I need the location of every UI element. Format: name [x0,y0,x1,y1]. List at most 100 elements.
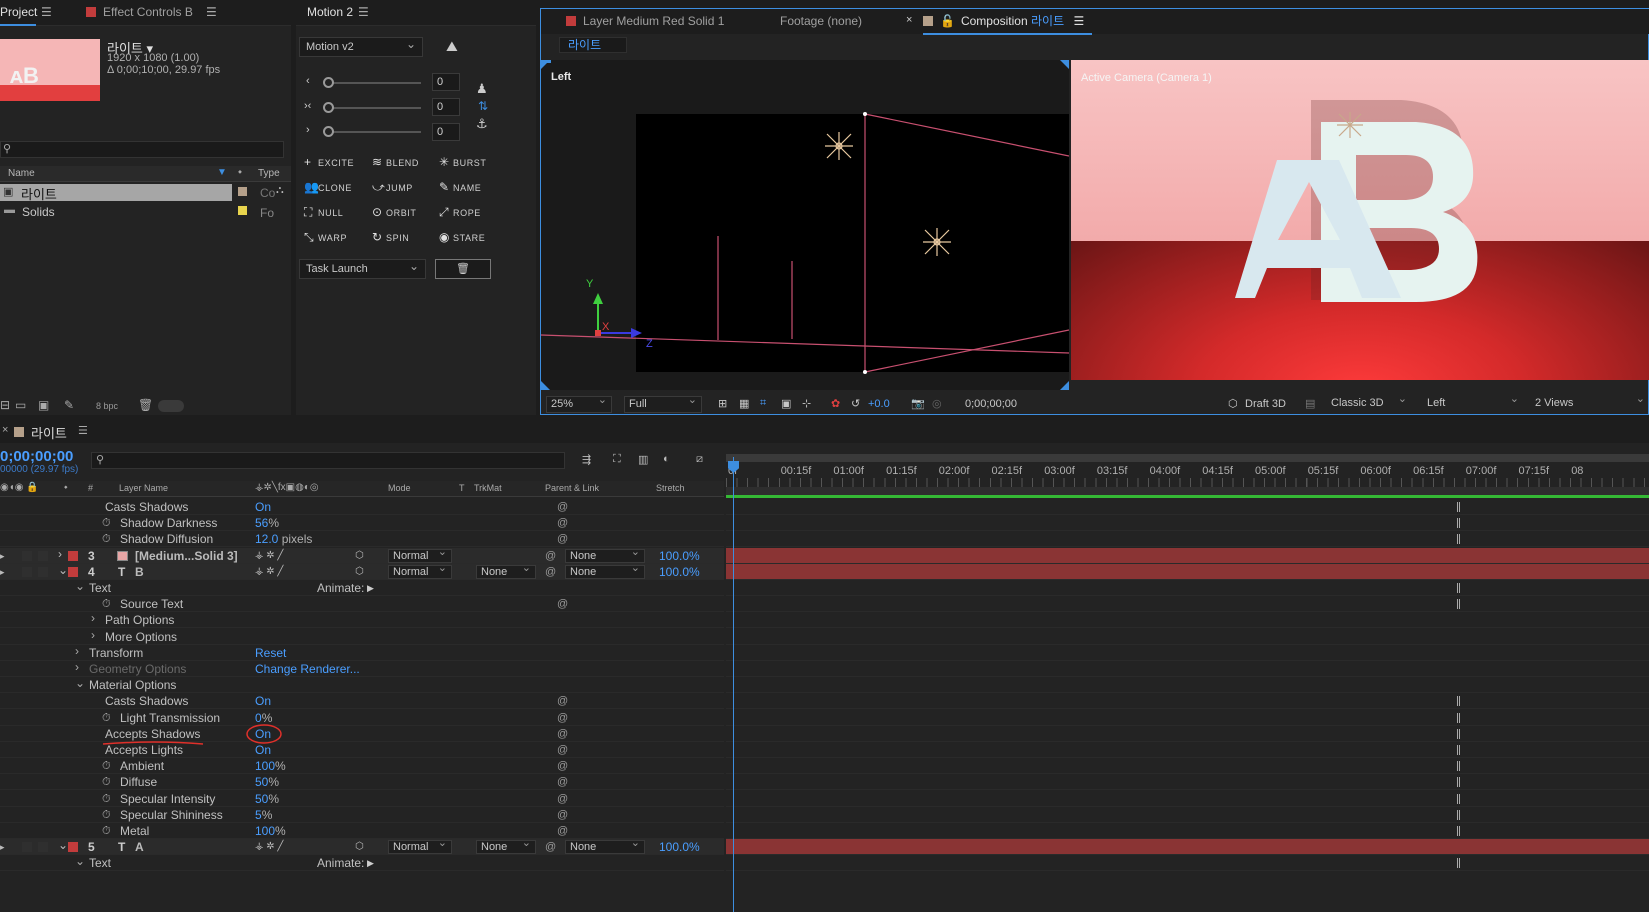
motion-delete-button[interactable]: 🗑 [435,259,491,279]
layer-row[interactable]: ▸ › 3 [Medium...Solid 3] ⚶ ✲ ╱ ⬡ Normal @ None 10… [0,546,724,564]
stopwatch-icon[interactable]: ⏱ [102,710,111,726]
jump-button[interactable]: ⤻JUMP [372,180,413,195]
expand-chevron-icon[interactable]: › [75,659,79,675]
property-group-label[interactable]: Transform [89,645,143,661]
property-group-link[interactable]: Change Renderer... [255,661,360,677]
expand-chevron-icon[interactable]: ⌄ [75,853,85,869]
close-tab-icon[interactable]: × [906,14,912,26]
expand-chevron-icon[interactable]: › [75,643,79,659]
property-track[interactable] [726,596,1649,613]
property-track[interactable] [726,791,1649,807]
col-layer-name[interactable]: Layer Name [119,483,168,493]
visibility-icon[interactable]: ▸ [0,839,5,855]
property-value[interactable]: On [255,726,271,742]
expand-chevron-icon[interactable]: › [58,546,62,562]
renderer-select[interactable]: Classic 3D [1327,392,1411,413]
orbit-button[interactable]: ⊙ ORBIT [372,205,417,219]
expression-pickwhip-icon[interactable]: @ [557,710,568,726]
exposure-value[interactable]: +0.0 [868,398,890,410]
ease-in-slider-knob[interactable] [323,77,334,88]
expand-chevron-icon[interactable]: › [91,610,95,626]
expression-pickwhip-icon[interactable]: @ [557,774,568,790]
expression-pickwhip-icon[interactable]: @ [557,758,568,774]
property-track[interactable] [726,645,1649,661]
property-track[interactable] [726,629,1649,645]
project-search-input[interactable]: ⚲ [0,141,284,158]
property-value[interactable]: 100% [255,823,286,839]
layer-row[interactable]: ▸ ⌄ 5 TA ⚶ ✲ ╱ ⬡ Normal None @ None 100.0% [0,837,724,856]
expand-chevron-icon[interactable]: › [91,627,95,643]
stopwatch-icon[interactable]: ⏱ [102,758,111,774]
resolution-select[interactable]: Full [624,393,702,413]
property-track[interactable] [726,742,1649,758]
tab-layer[interactable]: Layer Medium Red Solid 1 [566,9,724,35]
burst-button[interactable]: ✳ BURST [439,155,487,169]
col-name[interactable]: Name [8,168,35,179]
label-column-icon[interactable]: ⬩ [64,482,68,493]
solo-box[interactable] [22,842,32,853]
link-arrows-icon[interactable]: ⇅ [478,99,488,113]
property-group-label[interactable]: Geometry Options [89,661,186,677]
tab-motion[interactable]: Motion 2 [307,0,353,26]
channel-icon[interactable]: ✿ [831,397,840,410]
flowchart-icon[interactable]: ⛬ [276,184,284,197]
null-button[interactable]: ⛶ NULL [304,205,343,220]
expand-chevron-icon[interactable]: ⌄ [75,675,85,691]
ease-in-value[interactable]: 0 [432,73,460,91]
warp-button[interactable]: ⤡ WARP [304,230,347,245]
mask-path-icon[interactable]: ⌗ [760,397,766,410]
lock-box[interactable] [38,566,48,577]
property-value[interactable]: On [255,742,271,758]
col-stretch[interactable]: Stretch [656,483,685,493]
expression-pickwhip-icon[interactable]: @ [557,693,568,709]
layer-duration-bar[interactable] [726,547,1649,564]
property-track[interactable] [726,661,1649,677]
layer-switch-icons[interactable]: ⚶ ✲ ╱ [255,564,283,580]
property-track[interactable] [726,531,1649,548]
anchor-icon[interactable]: ⚓ [476,116,488,132]
col-t[interactable]: T [459,483,465,493]
property-track[interactable] [726,693,1649,710]
left-view[interactable]: Y X Z Left [541,60,1069,390]
property-track[interactable] [726,677,1649,694]
playhead[interactable] [733,457,734,912]
visibility-icon[interactable]: ▸ [0,548,5,564]
rocket-icon[interactable]: ♟ [476,81,488,97]
name-button[interactable]: ✎ NAME [439,180,481,194]
layer-row[interactable]: ▸ ⌄ 4 TB ⚶ ✲ ╱ ⬡ Normal None @ None 100.0% [0,562,724,580]
draft-3d-icon[interactable]: ⬡ [1228,397,1238,410]
draft-3d-toggle-icon[interactable]: ⛶ [613,453,621,466]
tab-project[interactable]: Project [0,0,37,26]
property-value[interactable]: 56% [255,515,279,531]
region-interest-icon[interactable]: ▣ [781,397,791,410]
effect-menu-icon[interactable]: ☰ [206,5,217,19]
property-track[interactable] [726,823,1649,839]
comp-breadcrumb[interactable]: 라이트 [559,37,627,53]
layer-name[interactable]: [Medium...Solid 3] [135,548,238,564]
stopwatch-icon[interactable]: ⏱ [102,596,111,612]
project-item-folder-swatch[interactable] [238,206,247,215]
ease-both-slider-knob[interactable] [323,102,334,113]
ease-out-slider-track[interactable] [326,131,421,133]
spin-button[interactable]: ↻ SPIN [372,230,409,244]
parent-select[interactable]: None [565,562,645,579]
project-item-folder[interactable]: ▬ Solids [0,203,232,220]
layer-name[interactable]: B [135,564,144,580]
stopwatch-icon[interactable]: ⏱ [102,823,111,839]
parent-pickwhip-icon[interactable]: @ [545,564,556,580]
motion-version-select[interactable]: Motion v2 [299,35,423,57]
time-ruler[interactable]: 0f00:15f01:00f01:15f02:00f02:15f03:00f03… [726,451,1649,499]
lock-box[interactable] [38,842,48,853]
property-group-label[interactable]: Path Options [105,612,174,628]
new-folder-icon[interactable]: ▭ [15,398,26,412]
stretch-value[interactable]: 100.0% [659,564,700,580]
reset-exposure-icon[interactable]: ↺ [851,397,860,410]
stopwatch-icon[interactable]: ⏱ [102,515,111,531]
3d-layer-icon[interactable]: ⬡ [355,839,364,855]
property-value[interactable]: 50% [255,791,279,807]
property-track[interactable] [726,758,1649,775]
views-layout-select[interactable]: 2 Views [1531,392,1649,413]
work-area-bar[interactable] [726,454,1649,462]
guides-icon[interactable]: ⊹ [802,397,811,410]
property-value[interactable]: 0% [255,710,272,726]
